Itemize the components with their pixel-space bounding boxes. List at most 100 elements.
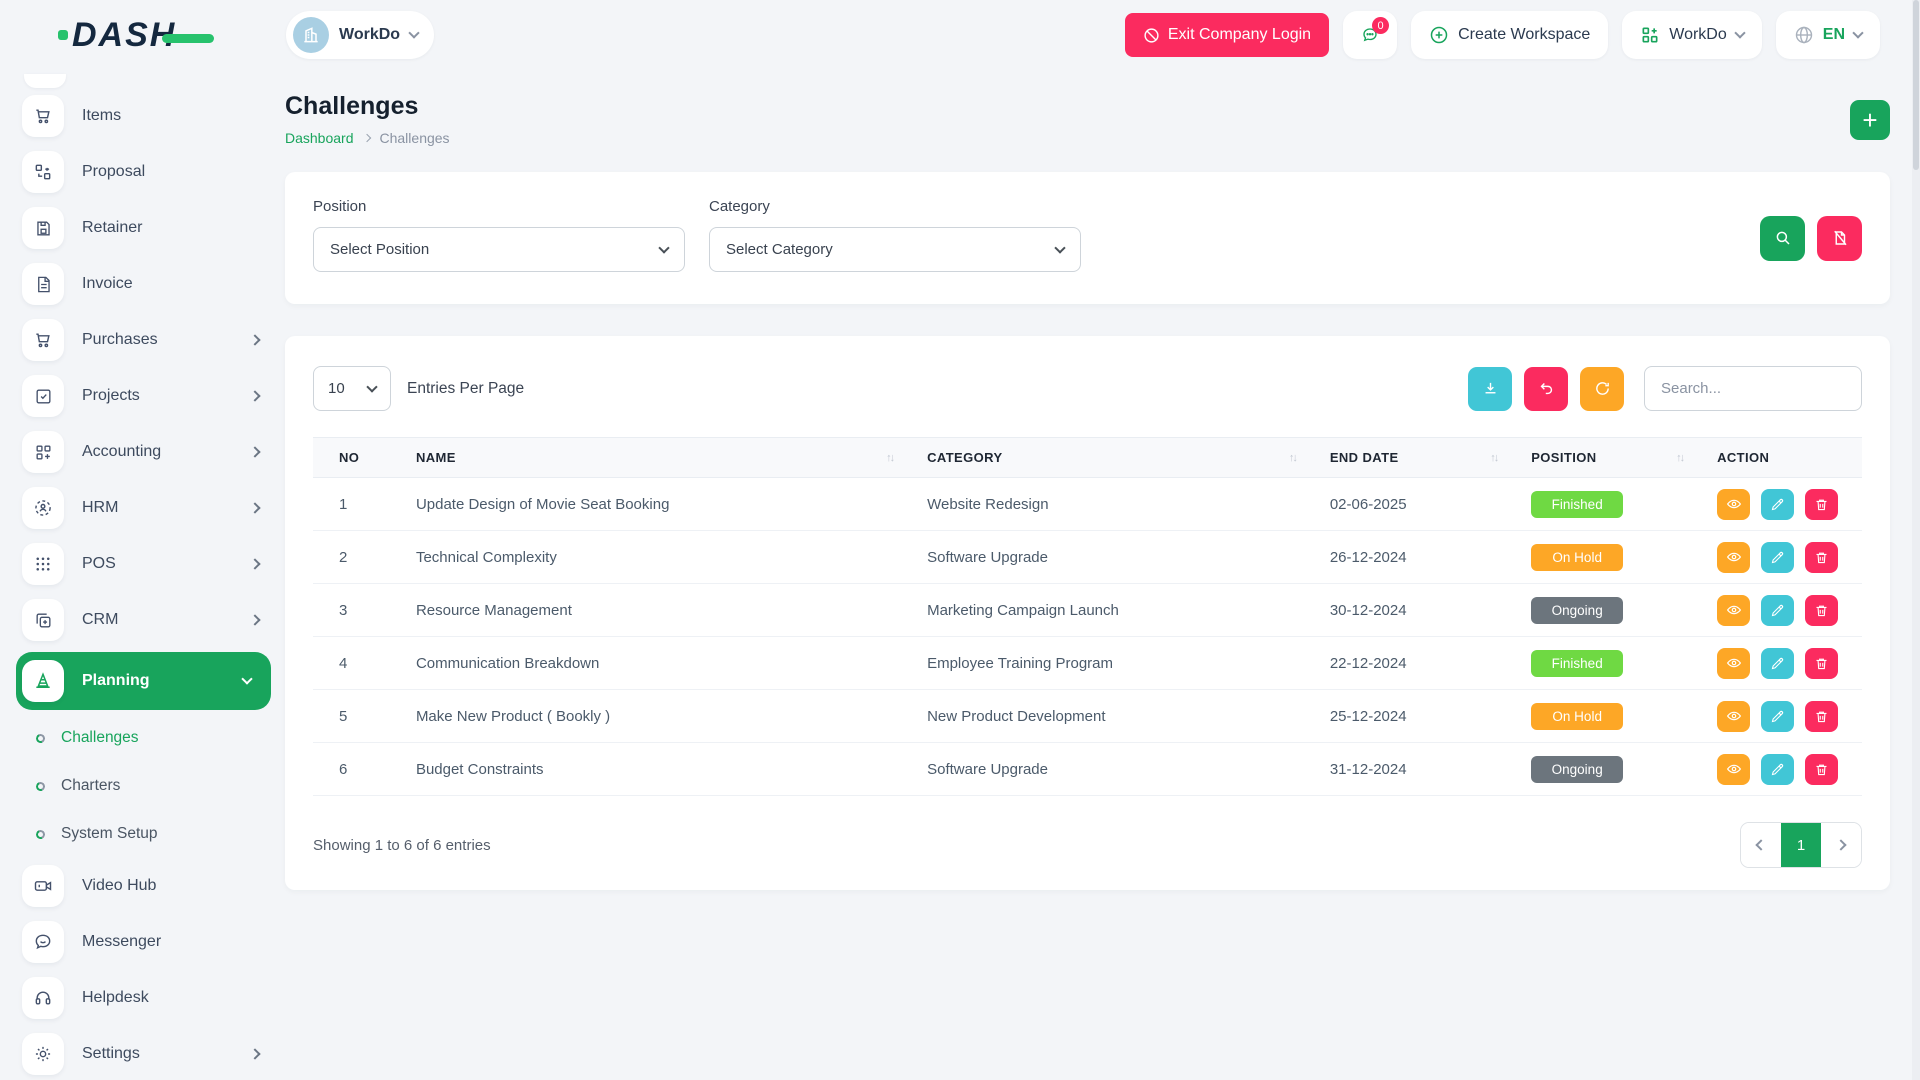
cell-position: Ongoing [1521, 743, 1707, 796]
person-dashed-circle-icon [22, 487, 64, 529]
language-selector[interactable]: EN [1776, 11, 1880, 59]
sidebar-item-accounting[interactable]: Accounting [22, 424, 285, 480]
sidebar-item-settings[interactable]: Settings [22, 1026, 285, 1080]
sidebar-item-hrm[interactable]: HRM [22, 480, 285, 536]
table-row: 5 Make New Product ( Bookly ) New Produc… [313, 690, 1862, 743]
workspace-selector[interactable]: WorkDo [286, 11, 434, 59]
sidebar-item-label: Retainer [82, 219, 142, 237]
sidebar-item-retainer[interactable]: Retainer [22, 200, 285, 256]
pencil-icon [1770, 550, 1785, 565]
edit-button[interactable] [1761, 595, 1794, 626]
sidebar-subitem-challenges[interactable]: Challenges [22, 714, 285, 762]
column-header-name[interactable]: NAME↑↓ [406, 438, 917, 478]
edit-button[interactable] [1761, 754, 1794, 785]
trash-icon [1814, 497, 1829, 512]
chevron-down-icon [1054, 242, 1065, 253]
scrollbar-thumb[interactable] [1913, 0, 1919, 170]
create-workspace-button[interactable]: Create Workspace [1411, 11, 1608, 59]
sidebar-item-invoice[interactable]: Invoice [22, 256, 285, 312]
view-button[interactable] [1717, 648, 1750, 679]
view-button[interactable] [1717, 595, 1750, 626]
sidebar-item-planning[interactable]: Planning [16, 652, 271, 710]
cell-category: Website Redesign [917, 478, 1320, 531]
sidebar-item-video-hub[interactable]: Video Hub [22, 858, 285, 914]
column-header-category[interactable]: CATEGORY↑↓ [917, 438, 1320, 478]
cell-action [1707, 743, 1862, 796]
page-scrollbar[interactable] [1912, 0, 1920, 1080]
column-header-no[interactable]: NO [313, 438, 406, 478]
sidebar-item-pos[interactable]: POS [22, 536, 285, 592]
page-number-button[interactable]: 1 [1781, 823, 1821, 867]
chat-bubble-icon [22, 921, 64, 963]
messages-button[interactable]: 0 [1343, 11, 1397, 59]
next-page-button[interactable] [1821, 823, 1861, 867]
status-badge: On Hold [1531, 544, 1623, 571]
refresh-button[interactable] [1580, 367, 1624, 411]
sidebar-subitem-charters[interactable]: Charters [22, 762, 285, 810]
sidebar-subitem-label: Challenges [61, 729, 139, 747]
category-select[interactable]: Select Category [709, 227, 1081, 272]
view-button[interactable] [1717, 701, 1750, 732]
sort-icon: ↑↓ [886, 452, 907, 464]
edit-button[interactable] [1761, 489, 1794, 520]
category-grid-icon [22, 431, 64, 473]
sidebar-item-helpdesk[interactable]: Helpdesk [22, 970, 285, 1026]
table-search-input[interactable] [1644, 366, 1862, 411]
app-window: DASH WorkDo Exit Company Login [0, 0, 1920, 1080]
edit-button[interactable] [1761, 648, 1794, 679]
chevron-right-icon [249, 558, 260, 569]
sidebar-item-crm[interactable]: CRM [22, 592, 285, 648]
delete-button[interactable] [1805, 701, 1838, 732]
exit-company-login-button[interactable]: Exit Company Login [1125, 13, 1329, 57]
cell-name: Update Design of Movie Seat Booking [406, 478, 917, 531]
sidebar-subitem-system-setup[interactable]: System Setup [22, 810, 285, 858]
breadcrumb-separator-icon [362, 134, 370, 142]
previous-page-button[interactable] [1741, 823, 1781, 867]
cell-name: Make New Product ( Bookly ) [406, 690, 917, 743]
view-button[interactable] [1717, 489, 1750, 520]
workdo-menu[interactable]: WorkDo [1622, 11, 1762, 59]
trash-icon [1814, 709, 1829, 724]
reset-filter-button[interactable] [1817, 216, 1862, 261]
cell-no: 5 [313, 690, 406, 743]
sidebar-item-label: Planning [82, 672, 150, 690]
chevron-down-icon [658, 242, 669, 253]
cell-end-date: 26-12-2024 [1320, 531, 1521, 584]
cell-end-date: 30-12-2024 [1320, 584, 1521, 637]
apply-filter-button[interactable] [1760, 216, 1805, 261]
sidebar-item-purchases[interactable]: Purchases [22, 312, 285, 368]
delete-button[interactable] [1805, 754, 1838, 785]
proposal-icon [22, 151, 64, 193]
edit-button[interactable] [1761, 701, 1794, 732]
pagination: 1 [1740, 822, 1862, 868]
column-header-position[interactable]: POSITION↑↓ [1521, 438, 1707, 478]
edit-button[interactable] [1761, 542, 1794, 573]
export-button[interactable] [1468, 367, 1512, 411]
cell-end-date: 22-12-2024 [1320, 637, 1521, 690]
sort-icon: ↑↓ [1289, 452, 1310, 464]
breadcrumb-dashboard-link[interactable]: Dashboard [285, 130, 354, 146]
delete-button[interactable] [1805, 489, 1838, 520]
sidebar-item-projects[interactable]: Projects [22, 368, 285, 424]
add-challenge-button[interactable]: + [1850, 100, 1890, 140]
building-icon [301, 25, 321, 45]
traffic-cone-icon [22, 660, 64, 702]
sidebar-item-messenger[interactable]: Messenger [22, 914, 285, 970]
cell-category: New Product Development [917, 690, 1320, 743]
sidebar-item-items[interactable]: Items [22, 88, 285, 144]
cell-name: Budget Constraints [406, 743, 917, 796]
pencil-icon [1770, 497, 1785, 512]
delete-button[interactable] [1805, 542, 1838, 573]
grid-plus-icon [1640, 25, 1660, 45]
position-select[interactable]: Select Position [313, 227, 685, 272]
entries-per-page-select[interactable]: 10 [313, 366, 391, 411]
delete-button[interactable] [1805, 648, 1838, 679]
sidebar-item-proposal[interactable]: Proposal [22, 144, 285, 200]
status-badge: Finished [1531, 650, 1623, 677]
undo-button[interactable] [1524, 367, 1568, 411]
delete-button[interactable] [1805, 595, 1838, 626]
view-button[interactable] [1717, 542, 1750, 573]
page-title: Challenges [285, 92, 450, 121]
column-header-end-date[interactable]: END DATE↑↓ [1320, 438, 1521, 478]
view-button[interactable] [1717, 754, 1750, 785]
